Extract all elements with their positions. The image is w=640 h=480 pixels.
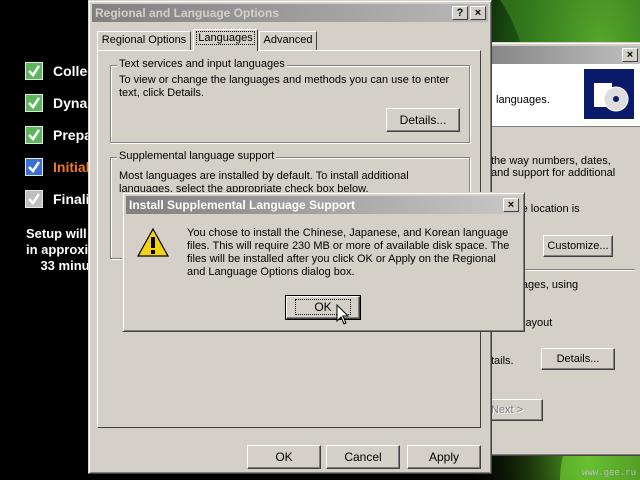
warning-icon xyxy=(136,227,170,259)
cd-box-icon xyxy=(584,69,634,119)
check-icon xyxy=(25,126,43,144)
ok-button[interactable]: OK xyxy=(247,445,321,469)
close-button[interactable]: × xyxy=(470,6,486,20)
wizard-text: layout xyxy=(523,317,553,329)
dialog-title: Install Supplemental Language Support xyxy=(129,198,356,212)
apply-button[interactable]: Apply xyxy=(407,445,481,469)
install-language-dialog: Install Supplemental Language Support × … xyxy=(122,192,525,332)
group-title: Text services and input languages xyxy=(117,58,287,70)
tab-languages[interactable]: Languages xyxy=(193,29,258,51)
check-icon xyxy=(25,62,43,80)
tab-regional-options[interactable]: Regional Options xyxy=(97,31,191,51)
details-button[interactable]: Details... xyxy=(386,108,460,132)
watermark: www.gee.ru xyxy=(581,468,636,478)
help-button[interactable]: ? xyxy=(452,6,468,20)
wizard-text: and support for additional xyxy=(491,167,616,179)
close-button[interactable]: × xyxy=(503,198,519,212)
regional-titlebar: Regional and Language Options ? × xyxy=(92,4,488,22)
customize-button[interactable]: Customize... xyxy=(543,235,613,257)
tab-advanced[interactable]: Advanced xyxy=(259,31,317,51)
check-icon xyxy=(25,94,43,112)
dialog-titlebar: Install Supplemental Language Support × xyxy=(126,196,521,214)
wizard-header-text: languages. xyxy=(496,94,550,106)
mouse-cursor-icon xyxy=(336,304,350,325)
wizard-header: languages. xyxy=(474,64,640,127)
group-body: To view or change the languages and meth… xyxy=(119,74,450,99)
wizard-text: tails. xyxy=(491,355,514,367)
dialog-message: You chose to install the Chinese, Japane… xyxy=(187,227,510,278)
group-title: Supplemental language support xyxy=(117,150,277,162)
text-services-group: Text services and input languages To vie… xyxy=(110,58,470,143)
wizard-titlebar: × xyxy=(474,46,640,64)
wizard-details-button[interactable]: Details... xyxy=(541,348,615,370)
close-button[interactable]: × xyxy=(622,48,638,62)
regional-title: Regional and Language Options xyxy=(95,6,280,20)
cancel-button[interactable]: Cancel xyxy=(326,445,400,469)
check-icon xyxy=(25,158,43,176)
check-icon xyxy=(25,190,43,208)
